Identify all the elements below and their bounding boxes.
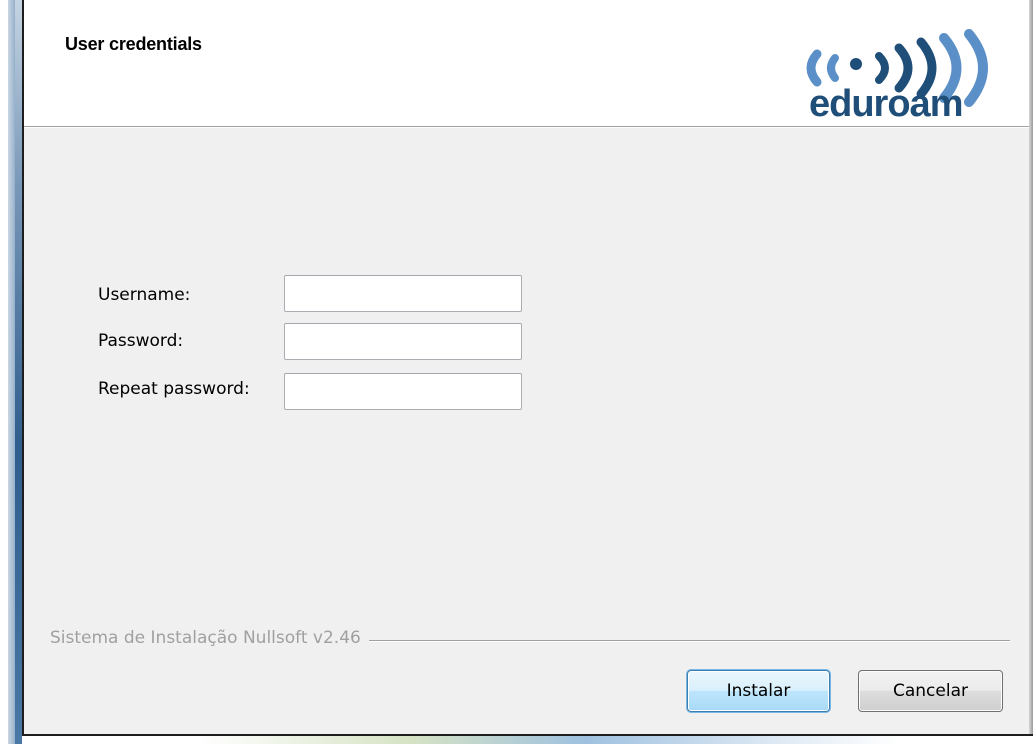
username-label: Username: xyxy=(98,285,191,305)
install-button[interactable]: Instalar xyxy=(687,670,830,712)
cancel-button[interactable]: Cancelar xyxy=(858,670,1003,712)
installer-branding: Sistema de Instalação Nullsoft v2.46 xyxy=(50,628,369,648)
taskbar-glow xyxy=(200,736,900,744)
repeat-password-input[interactable] xyxy=(284,373,522,410)
username-input[interactable] xyxy=(284,275,522,312)
password-label: Password: xyxy=(98,331,184,351)
installer-window: User credentials eduroam Username: Passw… xyxy=(22,0,1033,736)
eduroam-logo: eduroam xyxy=(806,29,988,124)
page-title: User credentials xyxy=(65,34,202,54)
header-panel: User credentials eduroam xyxy=(24,0,1029,127)
repeat-password-label: Repeat password: xyxy=(98,379,250,399)
background-window-edge xyxy=(0,0,22,744)
password-input[interactable] xyxy=(284,323,522,360)
desktop-background: User credentials eduroam Username: Passw… xyxy=(0,0,1033,744)
svg-text:eduroam: eduroam xyxy=(809,83,962,124)
